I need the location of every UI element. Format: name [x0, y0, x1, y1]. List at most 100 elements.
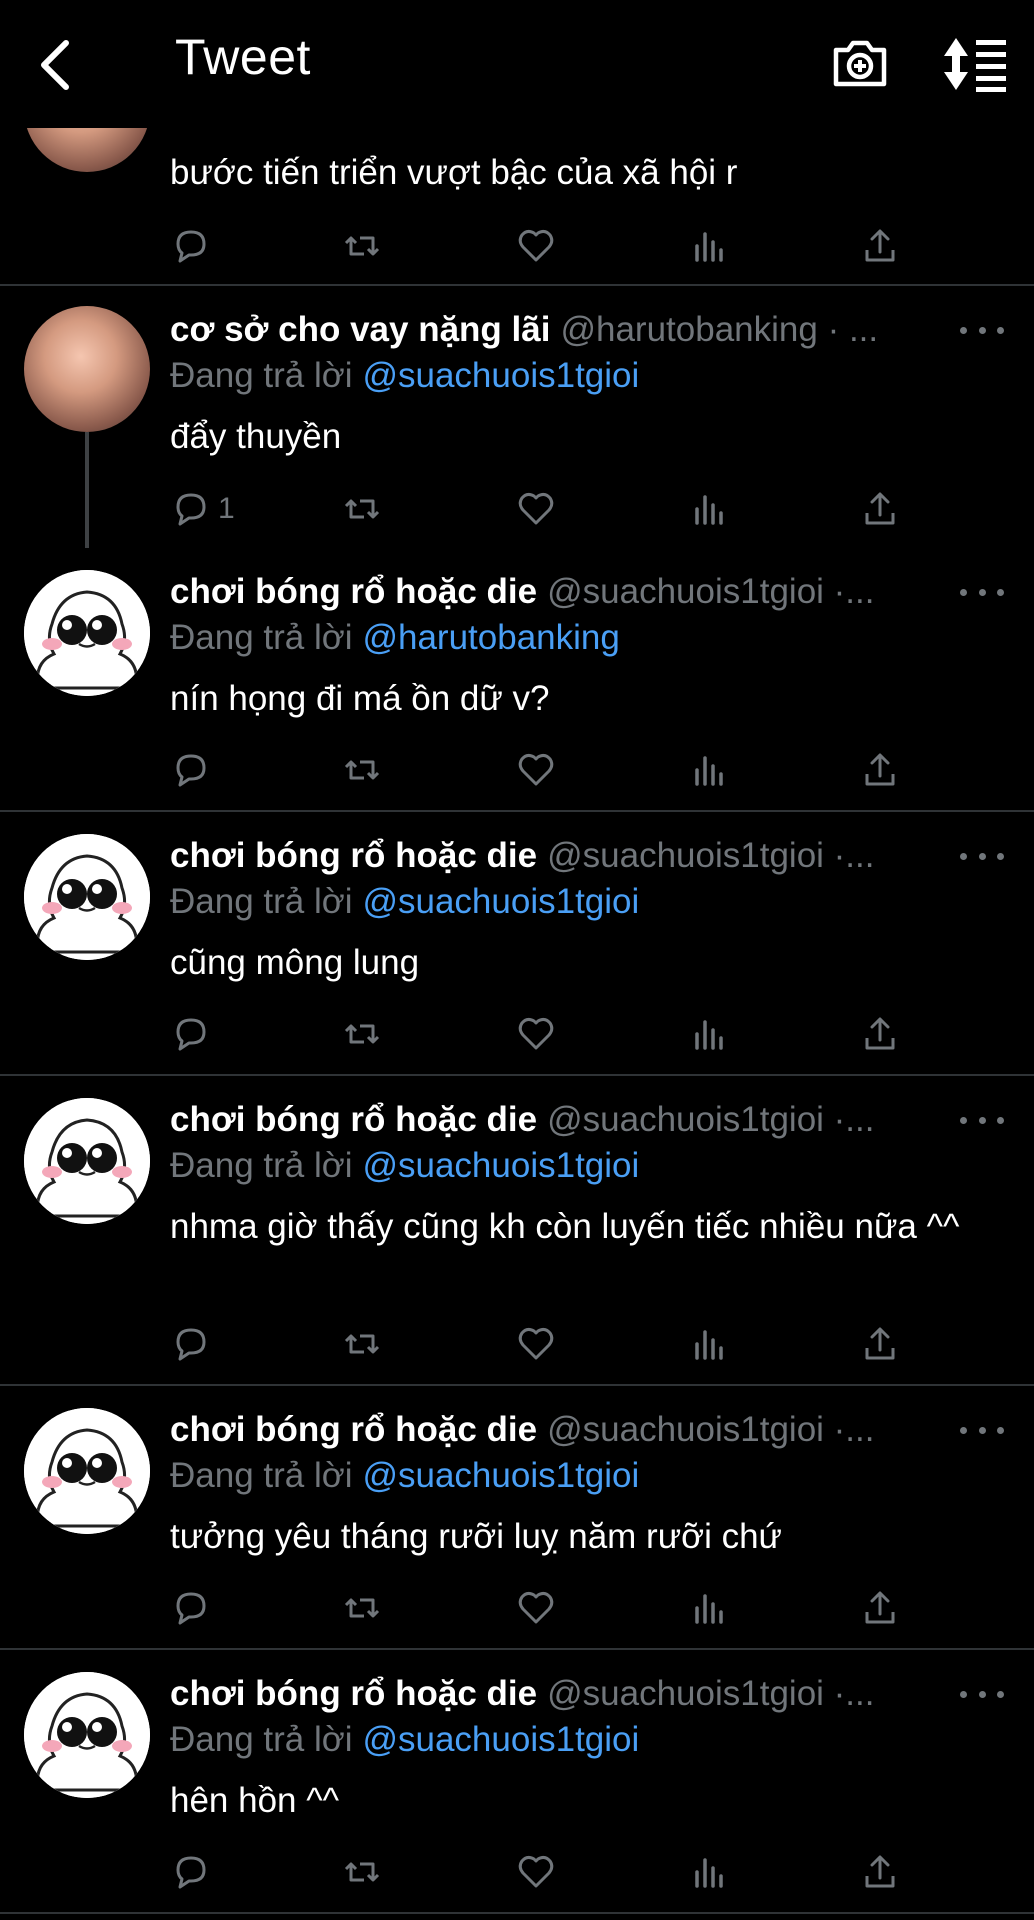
replying-to: Đang trả lời @suachuois1tgioi: [170, 882, 639, 922]
tweet-item[interactable]: bước tiến triển vượt bậc của xã hội r: [0, 46, 1034, 286]
author-name[interactable]: chơi bóng rổ hoặc die: [170, 836, 537, 875]
reply-mention-link[interactable]: @suachuois1tgioi: [362, 1720, 639, 1759]
retweet-icon: [344, 760, 380, 780]
tweet-item[interactable]: chơi bóng rổ hoặc die @suachuois1tgioi ·.…: [0, 548, 1034, 812]
views-button[interactable]: [688, 1319, 728, 1369]
like-button[interactable]: [516, 745, 556, 795]
reply-button[interactable]: 1: [170, 484, 235, 534]
replying-to: Đang trả lời @suachuois1tgioi: [170, 356, 639, 396]
share-icon: [865, 1591, 895, 1624]
tweet-actions: 1: [170, 484, 930, 534]
avatar[interactable]: [24, 1098, 150, 1224]
reply-mention-link[interactable]: @harutobanking: [362, 618, 619, 657]
like-button[interactable]: [516, 1583, 556, 1633]
author-line: chơi bóng rổ hoặc die @suachuois1tgioi ·.…: [170, 572, 1004, 612]
views-button[interactable]: [688, 1847, 728, 1897]
like-button[interactable]: [516, 1319, 556, 1369]
views-button[interactable]: [688, 484, 728, 534]
retweet-icon: [344, 1862, 380, 1882]
like-button[interactable]: [516, 1847, 556, 1897]
author-handle[interactable]: @suachuois1tgioi ·...: [547, 1674, 874, 1713]
avatar[interactable]: [24, 570, 150, 696]
reply-mention-link[interactable]: @suachuois1tgioi: [362, 1146, 639, 1185]
avatar[interactable]: [24, 1408, 150, 1534]
heart-icon: [518, 1017, 554, 1050]
sort-replies-button[interactable]: [940, 34, 1010, 94]
share-button[interactable]: [860, 1847, 900, 1897]
author-handle[interactable]: @suachuois1tgioi ·...: [547, 572, 874, 611]
more-options-button[interactable]: [960, 1105, 1004, 1135]
views-button[interactable]: [688, 745, 728, 795]
tweet-item[interactable]: chơi bóng rổ hoặc die @suachuois1tgioi ·.…: [0, 1076, 1034, 1386]
retweet-button[interactable]: [342, 1319, 382, 1369]
author-name[interactable]: chơi bóng rổ hoặc die: [170, 572, 537, 611]
views-button[interactable]: [688, 221, 728, 271]
author-name[interactable]: chơi bóng rổ hoặc die: [170, 1674, 537, 1713]
reply-icon: [176, 1328, 206, 1361]
share-icon: [865, 229, 895, 262]
tweet-text: tưởng yêu tháng rưỡi luỵ năm rưỡi chứ: [170, 1517, 782, 1556]
replying-to: Đang trả lời @harutobanking: [170, 618, 620, 658]
reply-button[interactable]: [170, 1847, 218, 1897]
reply-mention-link[interactable]: @suachuois1tgioi: [362, 356, 639, 395]
share-icon: [865, 1017, 895, 1050]
tweet-item[interactable]: chơi bóng rổ hoặc die @suachuois1tgioi ·.…: [0, 1650, 1034, 1914]
share-button[interactable]: [860, 221, 900, 271]
author-name[interactable]: cơ sở cho vay nặng lãi: [170, 310, 550, 349]
replying-to-label: Đang trả lời: [170, 882, 353, 921]
more-options-button[interactable]: [960, 315, 1004, 345]
retweet-button[interactable]: [342, 1847, 382, 1897]
author-line: chơi bóng rổ hoặc die @suachuois1tgioi ·.…: [170, 1100, 1004, 1140]
avatar[interactable]: [24, 306, 150, 432]
share-button[interactable]: [860, 1583, 900, 1633]
views-button[interactable]: [688, 1583, 728, 1633]
retweet-button[interactable]: [342, 745, 382, 795]
author-handle[interactable]: @suachuois1tgioi ·...: [547, 1100, 874, 1139]
author-line: chơi bóng rổ hoặc die @suachuois1tgioi ·.…: [170, 1410, 1004, 1450]
camera-button[interactable]: [828, 32, 892, 96]
author-handle[interactable]: @suachuois1tgioi ·...: [547, 836, 874, 875]
tweet-actions: [170, 1009, 930, 1059]
back-button[interactable]: [30, 30, 80, 100]
reply-button[interactable]: [170, 1583, 218, 1633]
views-button[interactable]: [688, 1009, 728, 1059]
retweet-button[interactable]: [342, 484, 382, 534]
like-button[interactable]: [516, 1009, 556, 1059]
share-button[interactable]: [860, 745, 900, 795]
like-button[interactable]: [516, 221, 556, 271]
reply-button[interactable]: [170, 1009, 218, 1059]
reply-mention-link[interactable]: @suachuois1tgioi: [362, 882, 639, 921]
avatar-image: [24, 1672, 150, 1798]
analytics-icon: [695, 1330, 723, 1360]
reply-button[interactable]: [170, 221, 218, 271]
author-handle[interactable]: @harutobanking · ...: [560, 310, 878, 349]
tweet-item[interactable]: chơi bóng rổ hoặc die @suachuois1tgioi ·.…: [0, 812, 1034, 1076]
share-button[interactable]: [860, 484, 900, 534]
share-icon: [865, 1327, 895, 1360]
share-icon: [865, 492, 895, 525]
tweet-item[interactable]: cơ sở cho vay nặng lãi @harutobanking · .…: [0, 286, 1034, 548]
retweet-button[interactable]: [342, 221, 382, 271]
more-options-button[interactable]: [960, 1679, 1004, 1709]
tweet-item[interactable]: chơi bóng rổ hoặc die @suachuois1tgioi ·.…: [0, 1386, 1034, 1650]
avatar[interactable]: [24, 834, 150, 960]
author-handle[interactable]: @suachuois1tgioi ·...: [547, 1410, 874, 1449]
share-icon: [865, 753, 895, 786]
author-name[interactable]: chơi bóng rổ hoặc die: [170, 1410, 537, 1449]
heart-icon: [518, 753, 554, 786]
reply-button[interactable]: [170, 1319, 218, 1369]
tweet-actions: [170, 1583, 930, 1633]
share-button[interactable]: [860, 1009, 900, 1059]
reply-mention-link[interactable]: @suachuois1tgioi: [362, 1456, 639, 1495]
author-name[interactable]: chơi bóng rổ hoặc die: [170, 1100, 537, 1139]
reply-button[interactable]: [170, 745, 218, 795]
like-button[interactable]: [516, 484, 556, 534]
more-options-button[interactable]: [960, 577, 1004, 607]
avatar[interactable]: [24, 1672, 150, 1798]
replying-to-label: Đang trả lời: [170, 1456, 353, 1495]
retweet-button[interactable]: [342, 1583, 382, 1633]
more-options-button[interactable]: [960, 841, 1004, 871]
more-options-button[interactable]: [960, 1415, 1004, 1445]
retweet-button[interactable]: [342, 1009, 382, 1059]
share-button[interactable]: [860, 1319, 900, 1369]
